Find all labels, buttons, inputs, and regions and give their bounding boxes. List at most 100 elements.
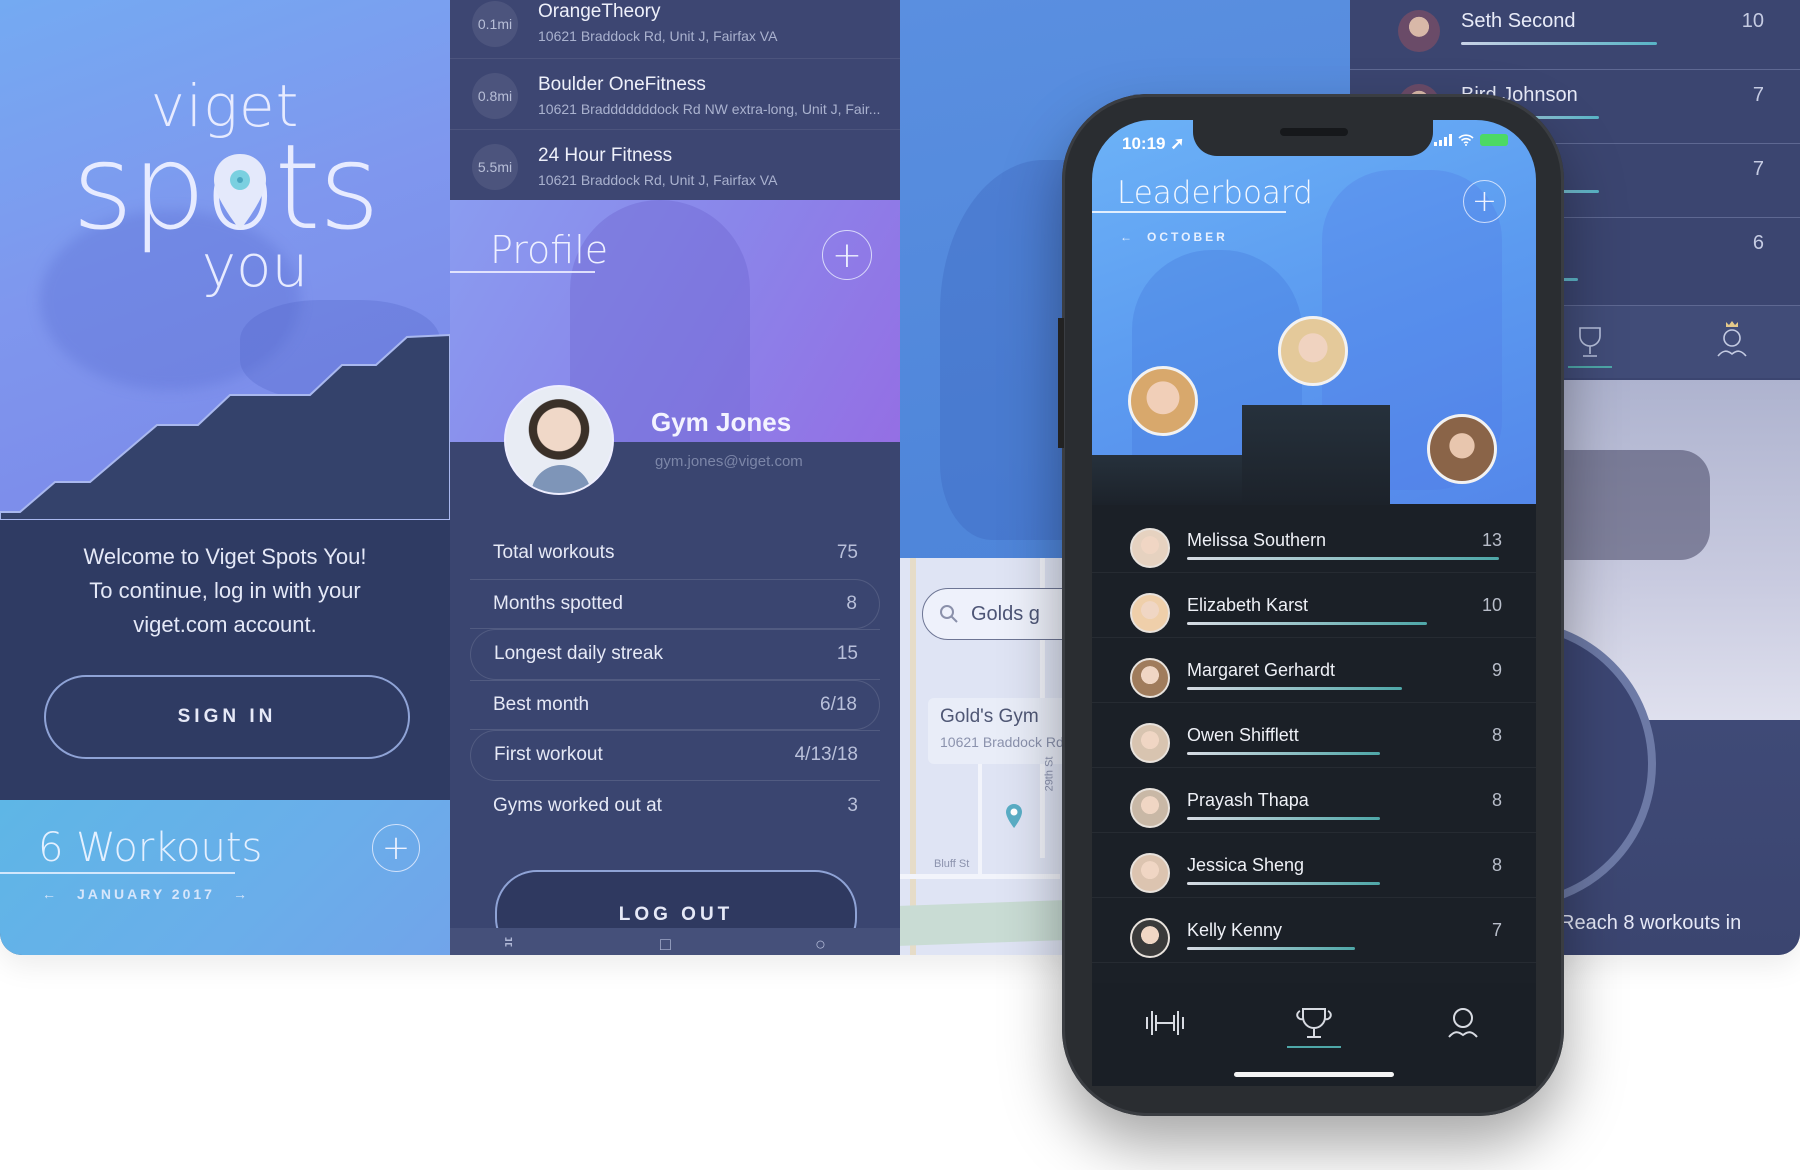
stats-list: Total workouts 75 Months spotted 8 Longest… <box>470 528 880 831</box>
street-label: Bluff St <box>934 858 970 870</box>
leaderboard-row[interactable]: Prayash Thapa 8 <box>1092 768 1536 833</box>
leaderboard-row[interactable]: Margaret Gerhardt 9 <box>1092 638 1536 703</box>
member-name: Elizabeth Karst <box>1187 595 1309 615</box>
stat-label: First workout <box>494 744 603 766</box>
stat-row: Total workouts 75 <box>470 528 880 579</box>
gym-list-item[interactable]: 0.1mi OrangeTheory 10621 Braddock Rd, Un… <box>450 0 900 59</box>
avatar <box>1130 918 1170 958</box>
trophy-icon[interactable]: □ <box>660 934 671 955</box>
member-score: 13 <box>1481 530 1502 550</box>
stat-row: Best month 6/18 <box>470 679 880 730</box>
member-score: 7 <box>1752 84 1764 106</box>
stat-value: 4/13/18 <box>794 744 858 766</box>
dumbbell-icon[interactable]: ⎶ <box>505 934 512 955</box>
member-score: 7 <box>1491 920 1502 940</box>
title-underline <box>0 872 235 874</box>
welcome-line: viget.com account. <box>133 612 317 637</box>
add-button[interactable]: + <box>822 230 872 280</box>
month-nav: ← JANUARY 2017 → <box>42 886 250 902</box>
gym-list-item[interactable]: 0.8mi Boulder OneFitness 10621 Bradddddd… <box>450 59 900 130</box>
search-icon <box>940 605 958 623</box>
page-title: Leaderboard <box>1117 175 1313 211</box>
avatar <box>1130 723 1170 763</box>
member-score: 8 <box>1491 725 1502 745</box>
stat-label: Total workouts <box>493 542 615 564</box>
podium-avatar-first[interactable] <box>1278 316 1348 386</box>
result-name: Gold's Gym <box>940 706 1039 727</box>
home-indicator[interactable] <box>1234 1072 1394 1077</box>
gym-list-item[interactable]: 5.5mi 24 Hour Fitness 10621 Braddock Rd,… <box>450 130 900 201</box>
profile-email: gym.jones@viget.com <box>655 453 803 470</box>
podium-avatar-third[interactable] <box>1427 414 1497 484</box>
stat-label: Longest daily streak <box>494 643 663 665</box>
add-workout-button[interactable]: + <box>372 824 420 872</box>
trophy-icon[interactable] <box>1292 1005 1336 1041</box>
leaderboard-row[interactable]: Jessica Sheng 8 <box>1092 833 1536 898</box>
phone-speaker <box>1280 128 1348 136</box>
member-name: Prayash Thapa <box>1187 790 1309 810</box>
stat-row: Gyms worked out at 3 <box>470 781 880 832</box>
map-marker-icon[interactable] <box>1004 803 1024 829</box>
progress-bar <box>1187 947 1355 950</box>
welcome-message: Welcome to Viget Spots You! To continue,… <box>0 540 450 642</box>
location-pin-icon <box>214 154 266 230</box>
crowned-profile-icon[interactable] <box>1712 318 1752 364</box>
arrow-left-icon[interactable]: ← <box>1120 230 1135 244</box>
stat-label: Months spotted <box>493 592 623 614</box>
gym-address: 10621 Braddock Rd, Unit J, Fairfax VA <box>538 28 778 44</box>
leaderboard-row[interactable]: Owen Shifflett 8 <box>1092 703 1536 768</box>
member-score: 9 <box>1491 660 1502 680</box>
member-score: 10 <box>1741 10 1764 32</box>
member-name: Seth Second <box>1461 10 1576 32</box>
podium-avatar-second[interactable] <box>1128 366 1198 436</box>
member-score: 10 <box>1481 595 1502 615</box>
sign-in-button[interactable]: SIGN IN <box>44 675 410 759</box>
avatar <box>1130 788 1170 828</box>
leaderboard-row[interactable]: Kelly Kenny 7 <box>1092 898 1536 963</box>
map-road <box>910 558 916 955</box>
progress-bar <box>1461 42 1657 45</box>
month-label: OCTOBER <box>1147 230 1228 244</box>
battery-icon <box>1480 134 1508 146</box>
gym-name: 24 Hour Fitness <box>538 145 673 166</box>
leaderboard-row[interactable]: Melissa Southern 13 <box>1092 508 1536 573</box>
member-score: 8 <box>1491 855 1502 875</box>
stat-value: 8 <box>846 592 857 614</box>
avatar <box>1130 853 1170 893</box>
arrow-right-icon[interactable]: → <box>233 886 250 902</box>
tab-bar: ⎶ □ ○ <box>450 928 900 955</box>
leaderboard-row[interactable]: Elizabeth Karst 10 <box>1092 573 1536 638</box>
map-road <box>900 874 1060 879</box>
member-name: Margaret Gerhardt <box>1187 660 1336 680</box>
profile-icon[interactable] <box>1441 1005 1485 1041</box>
clock: 10:19 <box>1122 134 1166 153</box>
member-score: 7 <box>1752 158 1764 180</box>
member-name: Melissa Southern <box>1187 530 1327 550</box>
welcome-line: To continue, log in with your <box>89 578 361 603</box>
profile-icon[interactable]: ○ <box>815 934 826 955</box>
avatar <box>1130 528 1170 568</box>
member-name: Kelly Kenny <box>1187 920 1283 940</box>
trophy-icon[interactable] <box>1570 322 1610 362</box>
distance-badge: 5.5mi <box>472 144 518 190</box>
welcome-line: Welcome to Viget Spots You! <box>83 544 367 569</box>
logo-you: you <box>201 232 309 300</box>
wifi-icon <box>1458 134 1474 146</box>
arrow-left-icon[interactable]: ← <box>42 886 59 902</box>
member-score: 8 <box>1491 790 1502 810</box>
signal-icon <box>1434 134 1452 146</box>
gym-list: 0.1mi OrangeTheory 10621 Braddock Rd, Un… <box>450 0 900 201</box>
add-button[interactable]: + <box>1463 180 1506 223</box>
status-icons <box>1434 134 1508 146</box>
title-underline <box>450 271 595 273</box>
stat-row: Longest daily streak 15 <box>470 629 880 680</box>
leaderboard-list: Melissa Southern 13 Elizabeth Karst 10 Marga… <box>1092 508 1536 963</box>
distance-badge: 0.8mi <box>472 73 518 119</box>
dumbbell-icon[interactable] <box>1143 1005 1187 1041</box>
phone-side-button <box>1058 318 1064 448</box>
avatar <box>1130 658 1170 698</box>
member-score: 6 <box>1752 232 1764 254</box>
stat-row: First workout 4/13/18 <box>470 730 880 781</box>
gym-address: 10621 Braddock Rd, Unit J, Fairfax VA <box>538 172 778 188</box>
status-time: 10:19 ➚ <box>1122 134 1184 154</box>
